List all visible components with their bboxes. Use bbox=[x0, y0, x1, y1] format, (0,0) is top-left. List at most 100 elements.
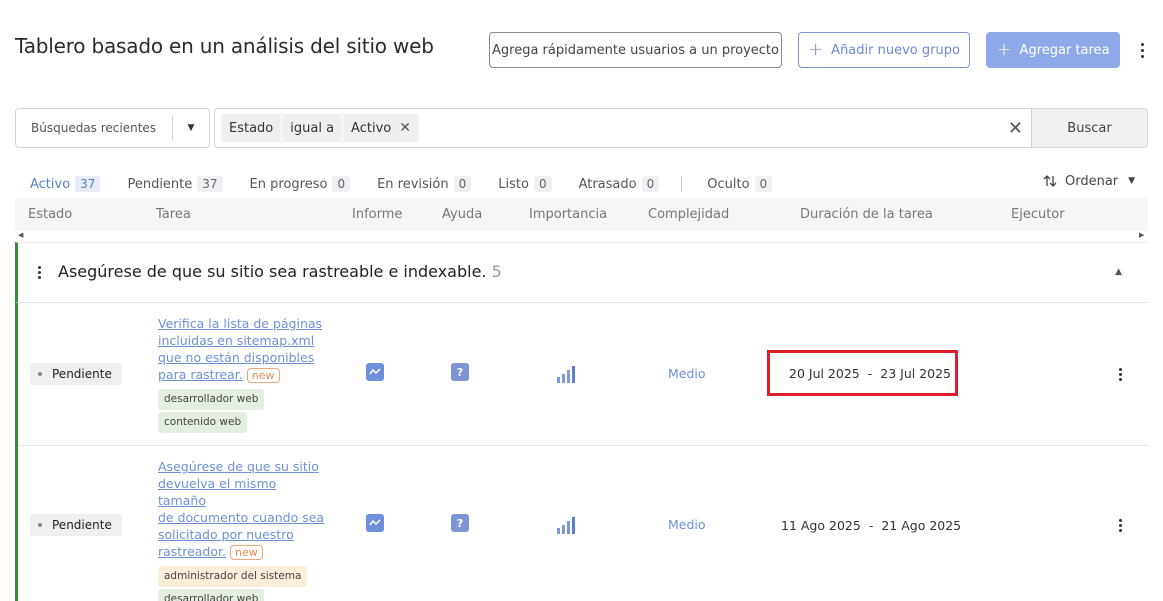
column-header-estado[interactable]: Estado bbox=[28, 207, 72, 222]
tab-count: 0 bbox=[332, 176, 351, 192]
recent-searches-select[interactable]: Búsquedas recientes ▼ bbox=[15, 108, 210, 148]
question-icon[interactable]: ? bbox=[451, 514, 469, 532]
tab-divider bbox=[681, 176, 683, 192]
table-row[interactable]: Pendiente Verifica la lista de páginas in… bbox=[18, 303, 1148, 446]
status-label: Pendiente bbox=[52, 518, 112, 532]
filter-chip-operator[interactable]: igual a bbox=[282, 114, 343, 142]
task-line: que no están disponibles bbox=[158, 350, 315, 365]
signal-bars-icon bbox=[557, 366, 575, 383]
tab-count: 0 bbox=[754, 176, 773, 192]
status-label: Pendiente bbox=[52, 367, 112, 381]
end-date: 21 Ago 2025 bbox=[881, 518, 962, 533]
search-button[interactable]: Buscar bbox=[1031, 109, 1147, 147]
signal-bars-icon bbox=[557, 517, 575, 534]
add-task-label: Agregar tarea bbox=[1019, 42, 1110, 58]
question-icon[interactable]: ? bbox=[451, 363, 469, 381]
row-menu-icon[interactable] bbox=[1119, 519, 1122, 532]
chevron-up-icon[interactable]: ▲ bbox=[1115, 267, 1122, 277]
tab-label: Atrasado bbox=[578, 176, 637, 192]
tab-listo[interactable]: Listo 0 bbox=[483, 170, 563, 198]
new-badge: new bbox=[246, 368, 280, 383]
add-group-button[interactable]: + Añadir nuevo grupo bbox=[798, 32, 970, 68]
quick-add-users-label: Agrega rápidamente usuarios a un proyect… bbox=[492, 42, 779, 58]
tab-count: 0 bbox=[453, 176, 472, 192]
group-title: Asegúrese de que su sitio sea rastreable… bbox=[58, 262, 502, 281]
column-header-complejidad[interactable]: Complejidad bbox=[648, 207, 729, 222]
tag[interactable]: contenido web bbox=[158, 412, 248, 433]
close-icon[interactable]: ✕ bbox=[399, 120, 411, 136]
tag[interactable]: desarrollador web bbox=[158, 589, 265, 601]
column-header-importancia[interactable]: Importancia bbox=[529, 207, 607, 222]
scroll-right-icon[interactable]: ▶ bbox=[1139, 231, 1144, 239]
group-title-text: Asegúrese de que su sitio sea rastreable… bbox=[58, 262, 487, 281]
tab-en-revision[interactable]: En revisión 0 bbox=[362, 170, 483, 198]
plus-icon: + bbox=[808, 39, 824, 60]
group-count: 5 bbox=[491, 262, 502, 281]
column-header-ejecutor[interactable]: Ejecutor bbox=[1011, 207, 1065, 222]
task-link[interactable]: Verifica la lista de páginas incluidas en… bbox=[158, 316, 322, 382]
tab-label: En progreso bbox=[249, 176, 328, 192]
row-menu-icon[interactable] bbox=[1119, 368, 1122, 381]
tab-count: 0 bbox=[641, 176, 660, 192]
search-button-label: Buscar bbox=[1067, 120, 1112, 136]
tab-label: Pendiente bbox=[127, 176, 193, 192]
task-line: solicitado por nuestro bbox=[158, 527, 294, 542]
tab-activo[interactable]: Activo 37 bbox=[15, 170, 113, 200]
complexity-value: Medio bbox=[668, 366, 706, 381]
column-header-tarea[interactable]: Tarea bbox=[156, 207, 191, 222]
chevron-down-icon[interactable]: ▼ bbox=[173, 123, 209, 133]
new-badge: new bbox=[229, 545, 263, 560]
task-line: rastreador. bbox=[158, 544, 226, 559]
tab-count: 0 bbox=[533, 176, 552, 192]
task-line: para rastrear. bbox=[158, 367, 243, 382]
tab-label: Oculto bbox=[707, 176, 750, 192]
tab-label: En revisión bbox=[377, 176, 449, 192]
tab-oculto[interactable]: Oculto 0 bbox=[692, 170, 784, 198]
task-link[interactable]: Asegúrese de que su sitio devuelva el mis… bbox=[158, 459, 324, 559]
chart-line-icon[interactable] bbox=[366, 514, 384, 532]
tab-label: Activo bbox=[30, 176, 71, 192]
tab-label: Listo bbox=[498, 176, 529, 192]
duration-highlight-box bbox=[767, 350, 958, 396]
task-group-header[interactable]: Asegúrese de que su sitio sea rastreable… bbox=[15, 242, 1148, 303]
table-row[interactable]: Pendiente Asegúrese de que su sitio devue… bbox=[18, 446, 1148, 601]
tab-count: 37 bbox=[197, 176, 223, 192]
chevron-down-icon: ▼ bbox=[1128, 176, 1136, 186]
task-line: devuelva el mismo tamaño bbox=[158, 476, 277, 508]
tab-count: 37 bbox=[75, 176, 101, 192]
status-badge[interactable]: Pendiente bbox=[30, 514, 122, 536]
tab-atrasado[interactable]: Atrasado 0 bbox=[564, 170, 672, 198]
add-task-button[interactable]: + Agregar tarea bbox=[986, 32, 1120, 68]
task-line: Verifica la lista de páginas bbox=[158, 316, 323, 331]
quick-add-users-button[interactable]: Agrega rápidamente usuarios a un proyect… bbox=[489, 32, 782, 68]
task-line: incluidas en sitemap.xml bbox=[158, 333, 315, 348]
status-badge[interactable]: Pendiente bbox=[30, 363, 122, 385]
page-title: Tablero basado en un análisis del sitio … bbox=[15, 34, 434, 58]
filter-chip-value[interactable]: Activo ✕ bbox=[343, 114, 419, 142]
sort-button[interactable]: Ordenar ▼ bbox=[1043, 172, 1135, 190]
task-line: Asegúrese de que su sitio bbox=[158, 459, 319, 474]
group-menu-icon[interactable] bbox=[38, 266, 41, 279]
tab-en-progreso[interactable]: En progreso 0 bbox=[235, 170, 363, 198]
complexity-value: Medio bbox=[668, 517, 706, 532]
task-line: de documento cuando sea bbox=[158, 510, 325, 525]
tab-pendiente[interactable]: Pendiente 37 bbox=[112, 170, 234, 198]
add-group-label: Añadir nuevo grupo bbox=[831, 42, 960, 58]
recent-searches-label: Búsquedas recientes bbox=[31, 121, 157, 135]
plus-icon: + bbox=[996, 39, 1012, 60]
filter-bar[interactable]: Estado igual a Activo ✕ ✕ Buscar bbox=[214, 108, 1148, 148]
scroll-left-icon[interactable]: ◀ bbox=[18, 231, 23, 239]
filter-chip-value-label: Activo bbox=[351, 120, 392, 136]
more-options-icon[interactable] bbox=[1134, 38, 1150, 62]
status-tabs: Activo 37 Pendiente 37 En progreso 0 En rev… bbox=[15, 170, 784, 200]
filter-chip-field[interactable]: Estado bbox=[221, 114, 282, 142]
sort-label: Ordenar bbox=[1065, 173, 1119, 189]
task-duration[interactable]: 11 Ago 2025-21 Ago 2025 bbox=[781, 518, 961, 533]
column-header-ayuda[interactable]: Ayuda bbox=[442, 207, 482, 222]
clear-filters-icon[interactable]: ✕ bbox=[1008, 118, 1023, 139]
column-header-informe[interactable]: Informe bbox=[352, 207, 402, 222]
chart-line-icon[interactable] bbox=[366, 363, 384, 381]
table-header: Estado Tarea Informe Ayuda Importancia C… bbox=[15, 198, 1148, 231]
column-header-duracion[interactable]: Duración de la tarea bbox=[800, 207, 933, 222]
task-cell: Asegúrese de que su sitio devuelva el mis… bbox=[158, 458, 328, 601]
